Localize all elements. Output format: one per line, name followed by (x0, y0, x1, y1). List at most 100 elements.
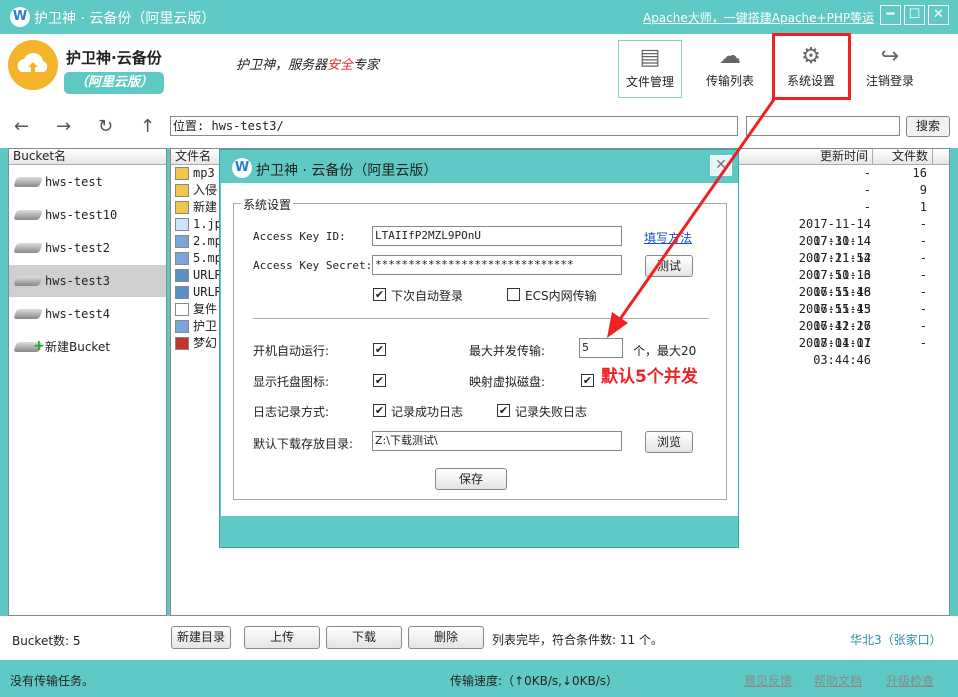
list-status: 列表完毕，符合条件数: 11 个。 (492, 633, 663, 647)
download-dir-input[interactable]: Z:\下载测试\ (372, 431, 622, 451)
slogan-highlight: 安全 (327, 58, 354, 73)
search-button[interactable]: 搜索 (906, 116, 950, 137)
feedback-link[interactable]: 意见反馈 (744, 672, 792, 689)
new-dir-button[interactable]: 新建目录 (171, 626, 231, 649)
auto-login-checkbox[interactable]: ✔ (373, 288, 386, 301)
disk-icon (13, 276, 43, 286)
toolbar-transfers-label: 传输列表 (705, 74, 754, 88)
disk-icon (13, 177, 43, 187)
refresh-icon[interactable]: ↻ (98, 116, 113, 137)
minimize-button[interactable]: ━ (880, 5, 901, 25)
bucket-item[interactable]: hws-test10 (9, 199, 166, 231)
file-name: 5.mp (193, 251, 222, 265)
disk-icon (13, 243, 43, 253)
file-icon (175, 218, 189, 231)
file-count: 1 (919, 200, 927, 214)
tray-icon-label: 显示托盘图标: (253, 375, 330, 389)
location-input[interactable]: 位置: hws-test3/ (170, 116, 738, 136)
virtual-disk-checkbox[interactable]: ✔ (581, 374, 594, 387)
folder-icon (175, 167, 189, 180)
help-link[interactable]: 帮助文档 (814, 672, 862, 689)
bucket-list: Bucket名 hws-test hws-test10 hws-test2 hw… (8, 148, 167, 616)
toolbar-logout-label: 注销登录 (865, 74, 914, 88)
bucket-label: hws-test (45, 175, 103, 189)
file-icon (175, 252, 189, 265)
cloud-icon: ☁ (719, 44, 741, 69)
region-link[interactable]: 华北3（张家口） (850, 631, 942, 648)
file-icon (175, 269, 189, 282)
close-button[interactable]: ✕ (928, 5, 949, 25)
virtual-disk-label: 映射虚拟磁盘: (469, 375, 546, 389)
new-bucket-item[interactable]: + 新建Bucket (9, 331, 166, 363)
bucket-label: hws-test3 (45, 274, 111, 288)
key-secret-input[interactable]: ****************************** (372, 255, 622, 275)
autostart-checkbox[interactable]: ✔ (373, 343, 386, 356)
file-name: 入侵 (193, 183, 218, 197)
toolbar-logout-button[interactable]: ↪ 注销登录 (858, 40, 922, 98)
test-button[interactable]: 测试 (645, 255, 693, 277)
dialog-title: 护卫神 · 云备份（阿里云版） (256, 163, 438, 179)
file-count: 9 (919, 183, 927, 197)
ecs-transfer-label: ECS内网传输 (525, 289, 597, 303)
log-mode-label: 日志记录方式: (253, 405, 330, 419)
delete-button[interactable]: 删除 (408, 626, 484, 649)
key-id-input[interactable]: LTAIIfP2MZL9POnU (372, 226, 622, 246)
ecs-transfer-checkbox[interactable] (507, 288, 520, 301)
disk-icon (13, 309, 43, 319)
log-fail-checkbox[interactable]: ✔ (497, 404, 510, 417)
document-icon: ▤ (639, 45, 661, 70)
status-bar: 没有传输任务。 传输速度:（↑0KB/s,↓0KB/s） 意见反馈 帮助文档 升… (0, 660, 958, 697)
file-name: 复件 (193, 302, 218, 316)
location-value: hws-test3/ (211, 119, 284, 133)
file-count: - (919, 251, 927, 265)
file-name: URLR (193, 285, 222, 299)
file-name: 2.mp (193, 234, 222, 248)
browse-button[interactable]: 浏览 (645, 431, 693, 453)
bucket-label: hws-test4 (45, 307, 111, 321)
upload-button[interactable]: 上传 (244, 626, 320, 649)
toolbar-files-button[interactable]: ▤ 文件管理 (618, 40, 682, 98)
dialog-close-button[interactable]: ✕ (710, 155, 732, 176)
file-count: - (919, 268, 927, 282)
bucket-item[interactable]: hws-test2 (9, 232, 166, 264)
log-success-checkbox[interactable]: ✔ (373, 404, 386, 417)
file-name: mp3 (193, 166, 215, 180)
forward-arrow-icon[interactable]: → (56, 116, 71, 137)
autostart-label: 开机自动运行: (253, 344, 330, 358)
back-arrow-icon[interactable]: ← (14, 116, 29, 137)
column-header-count[interactable]: 文件数 (875, 149, 933, 165)
file-name: 新建 (193, 200, 218, 214)
bucket-item[interactable]: hws-test (9, 166, 166, 198)
bucket-header: Bucket名 (9, 149, 166, 165)
slogan-part: 护卫神，服务器 (236, 58, 328, 73)
promo-link[interactable]: Apache大师，一键搭建Apache+PHP等运 (643, 9, 874, 26)
maximize-button[interactable]: ☐ (904, 5, 925, 25)
tray-icon-checkbox[interactable]: ✔ (373, 374, 386, 387)
howto-link[interactable]: 填写方法 (644, 229, 692, 246)
file-icon (175, 286, 189, 299)
toolbar-transfers-button[interactable]: ☁ 传输列表 (698, 40, 762, 98)
disk-icon (13, 210, 43, 220)
search-input[interactable] (746, 116, 900, 136)
up-arrow-icon[interactable]: ↑ (140, 116, 155, 137)
upgrade-link[interactable]: 升级检查 (886, 672, 934, 689)
file-name: 1.jp (193, 217, 222, 231)
save-button[interactable]: 保存 (435, 468, 507, 490)
max-concurrent-input[interactable]: 5 (579, 338, 623, 358)
file-count: - (919, 302, 927, 316)
plus-icon: + (33, 338, 45, 354)
file-count: - (919, 336, 927, 350)
file-icon (175, 303, 189, 316)
title-bar: W 护卫神 · 云备份（阿里云版） Apache大师，一键搭建Apache+PH… (0, 0, 958, 34)
column-header-time[interactable]: 更新时间 (745, 149, 873, 165)
folder-icon (175, 201, 189, 214)
auto-login-label: 下次自动登录 (391, 289, 464, 303)
slogan: 护卫神，服务器安全专家 (236, 54, 379, 73)
file-count: - (919, 217, 927, 231)
bucket-item[interactable]: hws-test4 (9, 298, 166, 330)
file-count: 16 (912, 166, 927, 180)
bucket-label: hws-test10 (45, 208, 118, 222)
bucket-item-selected[interactable]: hws-test3 (9, 265, 166, 297)
brand-subtitle: （阿里云版） (64, 72, 164, 94)
download-button[interactable]: 下载 (326, 626, 402, 649)
